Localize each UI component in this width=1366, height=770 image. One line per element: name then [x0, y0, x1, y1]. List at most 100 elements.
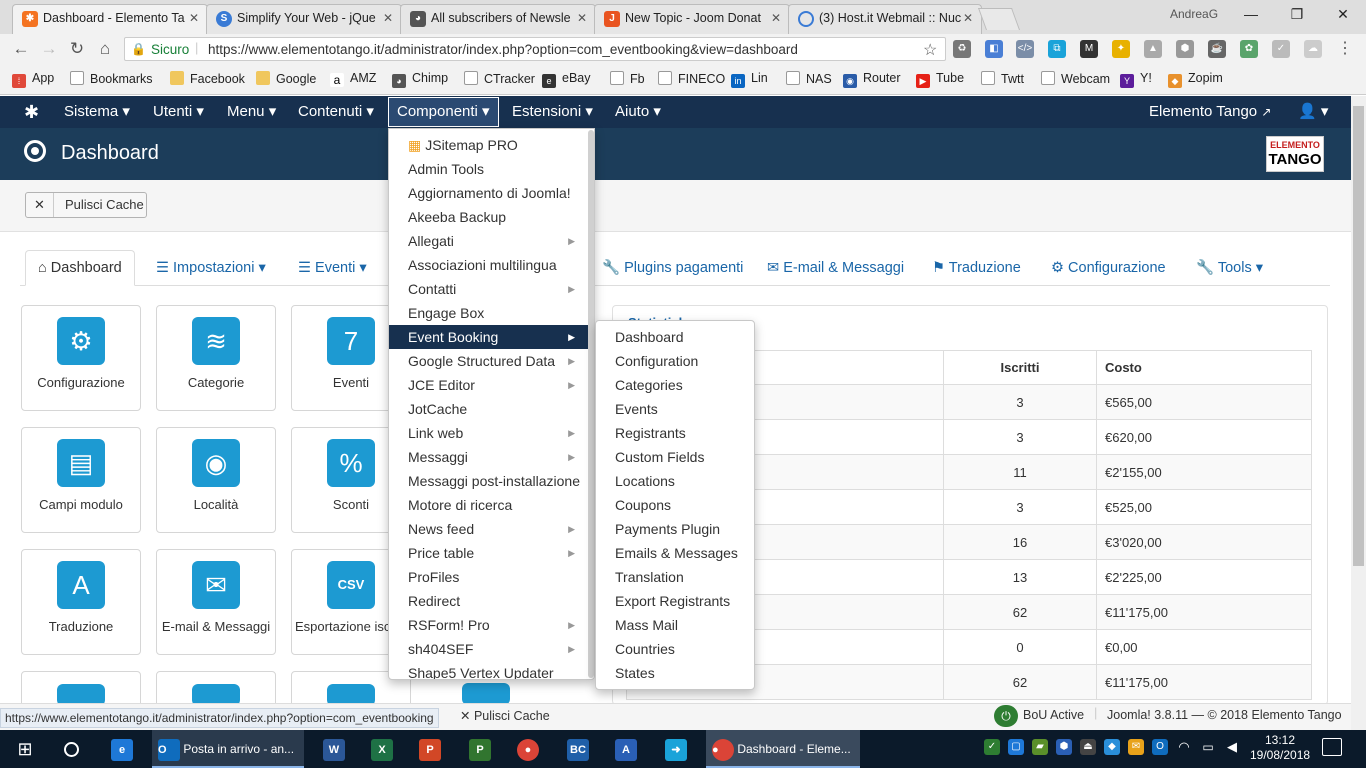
- tab-plugins-pagamenti[interactable]: 🔧 Plugins pagamenti: [602, 256, 743, 286]
- bookmark-yahoo[interactable]: Y Y!: [1120, 71, 1152, 88]
- close-icon[interactable]: ✕: [577, 11, 587, 25]
- cup-icon[interactable]: ☕: [1208, 40, 1226, 58]
- tile-traduzione[interactable]: A Traduzione: [21, 549, 141, 655]
- menu-aiuto[interactable]: Aiuto ▾: [615, 96, 661, 128]
- extension-icon[interactable]: ⧉: [1048, 40, 1066, 58]
- wifi-icon[interactable]: ◠: [1176, 739, 1192, 755]
- eventbooking-menu-item[interactable]: Export Registrants: [596, 589, 754, 613]
- volume-icon[interactable]: ◀: [1224, 739, 1240, 755]
- bookmark-google[interactable]: Google: [256, 71, 316, 86]
- components-menu-item[interactable]: Messaggi post-installazione: [389, 469, 589, 493]
- tile-configurazione[interactable]: ⚙ Configurazione: [21, 305, 141, 411]
- star-icon[interactable]: ☆: [923, 40, 937, 60]
- components-menu-item[interactable]: Price table ▶: [389, 541, 589, 565]
- url-text[interactable]: https://www.elementotango.it/administrat…: [208, 42, 798, 57]
- tab-tools[interactable]: 🔧 Tools ▾: [1196, 256, 1263, 286]
- eventbooking-menu-item[interactable]: Payments Plugin: [596, 517, 754, 541]
- menu-contenuti[interactable]: Contenuti ▾: [298, 96, 374, 128]
- components-menu-item[interactable]: Aggiornamento di Joomla!: [389, 181, 589, 205]
- clear-cache-button[interactable]: ✕ Pulisci Cache: [25, 192, 147, 218]
- eventbooking-menu-item[interactable]: Configuration: [596, 349, 754, 373]
- bookmark-app[interactable]: ⁞ App: [12, 71, 54, 88]
- bookmark-ebay[interactable]: e eBay: [542, 71, 591, 88]
- tile-localita[interactable]: ◉ Località: [156, 427, 276, 533]
- menu-estensioni[interactable]: Estensioni ▾: [512, 96, 593, 128]
- shield-icon[interactable]: ⬢: [1176, 40, 1194, 58]
- browser-tab-dashboard[interactable]: ✱ Dashboard - Elemento Ta ✕: [12, 4, 208, 34]
- components-menu-item[interactable]: Link web ▶: [389, 421, 589, 445]
- bookmark-amz[interactable]: a AMZ: [330, 71, 376, 87]
- tile-email-messaggi[interactable]: ✉ E-mail & Messaggi: [156, 549, 276, 655]
- components-menu-item[interactable]: Allegati ▶: [389, 229, 589, 253]
- mail-icon[interactable]: ✉: [1128, 739, 1144, 755]
- eventbooking-menu-item[interactable]: Categories: [596, 373, 754, 397]
- minimize-icon[interactable]: —: [1228, 0, 1274, 30]
- bookmark-fineco[interactable]: FINECO: [658, 71, 725, 86]
- tab-impostazioni[interactable]: ☰ Impostazioni ▾: [156, 256, 266, 286]
- site-link[interactable]: Elemento Tango ↗: [1149, 96, 1271, 128]
- tab-dashboard[interactable]: ⌂ Dashboard: [25, 250, 135, 286]
- new-tab-button[interactable]: [977, 8, 1021, 30]
- extension-icon[interactable]: ✿: [1240, 40, 1258, 58]
- extension-icon[interactable]: ◧: [985, 40, 1003, 58]
- excel-icon[interactable]: X: [364, 730, 400, 768]
- recycle-icon[interactable]: ♻: [953, 40, 971, 58]
- nvidia-icon[interactable]: ▰: [1032, 739, 1048, 755]
- eventbooking-menu-item[interactable]: Locations: [596, 469, 754, 493]
- components-menu-item[interactable]: ▦ JSitemap PRO: [389, 133, 589, 157]
- components-menu-item[interactable]: RSForm! Pro ▶: [389, 613, 589, 637]
- windows-start-icon[interactable]: ⊞: [8, 730, 42, 768]
- cloud-icon[interactable]: ☁: [1304, 40, 1322, 58]
- bookmark-bookmarks[interactable]: Bookmarks: [70, 71, 153, 86]
- eventbooking-menu-item[interactable]: States: [596, 661, 754, 685]
- bookmark-lin[interactable]: in Lin: [731, 71, 768, 88]
- bookmark-zopim[interactable]: ◆ Zopim: [1168, 71, 1223, 88]
- user-menu[interactable]: 👤 ▾: [1298, 96, 1328, 128]
- tab-email-messaggi[interactable]: ✉ E-mail & Messaggi: [767, 256, 904, 286]
- eventbooking-menu-item[interactable]: Dashboard: [596, 325, 754, 349]
- menu-sistema[interactable]: Sistema ▾: [64, 96, 130, 128]
- shield-icon[interactable]: ✓: [984, 739, 1000, 755]
- notifications-icon[interactable]: [1322, 738, 1342, 756]
- tray-icon[interactable]: ▢: [1008, 739, 1024, 755]
- scroll-thumb[interactable]: [1353, 106, 1364, 566]
- reload-icon[interactable]: ↻: [66, 38, 88, 60]
- code-icon[interactable]: </>: [1016, 40, 1034, 58]
- eventbooking-menu-item[interactable]: Registrants: [596, 421, 754, 445]
- browser-tab-mailchimp[interactable]: ◕ All subscribers of Newsle ✕: [400, 4, 596, 34]
- tab-eventi[interactable]: ☰ Eventi ▾: [298, 256, 367, 286]
- dropbox-icon[interactable]: ◆: [1104, 739, 1120, 755]
- url-bar[interactable]: 🔒 Sicuro | https://www.elementotango.it/…: [124, 37, 946, 61]
- eventbooking-menu-item[interactable]: Emails & Messages: [596, 541, 754, 565]
- menu-componenti[interactable]: Componenti ▾: [388, 97, 499, 127]
- browser-tab-joomdonation[interactable]: J New Topic - Joom Donat ✕: [594, 4, 790, 34]
- joomla-logo-icon[interactable]: ✱: [24, 96, 39, 128]
- components-menu-item[interactable]: Akeeba Backup: [389, 205, 589, 229]
- profile-name[interactable]: AndreaG: [1170, 7, 1218, 21]
- eventbooking-menu-item[interactable]: Countries: [596, 637, 754, 661]
- bou-status[interactable]: BoU Active: [1023, 708, 1084, 722]
- bookmark-fb[interactable]: Fb: [610, 71, 645, 86]
- components-menu-item[interactable]: Messaggi ▶: [389, 445, 589, 469]
- home-icon[interactable]: ⌂: [94, 38, 116, 60]
- bookmark-facebook[interactable]: Facebook: [170, 71, 245, 86]
- powerpoint-icon[interactable]: P: [412, 730, 448, 768]
- gmail-icon[interactable]: M: [1080, 40, 1098, 58]
- tab-traduzione[interactable]: ⚑ Traduzione: [932, 256, 1021, 286]
- bc-icon[interactable]: BC: [560, 730, 596, 768]
- components-menu-item[interactable]: JCE Editor ▶: [389, 373, 589, 397]
- components-menu-item[interactable]: Admin Tools: [389, 157, 589, 181]
- tile-campi-modulo[interactable]: ▤ Campi modulo: [21, 427, 141, 533]
- bookmark-router[interactable]: ◉ Router: [843, 71, 901, 88]
- components-menu-item[interactable]: Engage Box: [389, 301, 589, 325]
- eventbooking-menu-item[interactable]: Coupons: [596, 493, 754, 517]
- search-icon[interactable]: [56, 730, 86, 768]
- page-scrollbar[interactable]: [1351, 96, 1366, 730]
- outlook-icon[interactable]: O: [1152, 739, 1168, 755]
- close-icon[interactable]: ✕: [383, 11, 393, 25]
- usb-icon[interactable]: ⏏: [1080, 739, 1096, 755]
- menu-utenti[interactable]: Utenti ▾: [153, 96, 204, 128]
- bookmark-chimp[interactable]: ◕ Chimp: [392, 71, 448, 88]
- eventbooking-menu-item[interactable]: Events: [596, 397, 754, 421]
- check-icon[interactable]: ✓: [1272, 40, 1290, 58]
